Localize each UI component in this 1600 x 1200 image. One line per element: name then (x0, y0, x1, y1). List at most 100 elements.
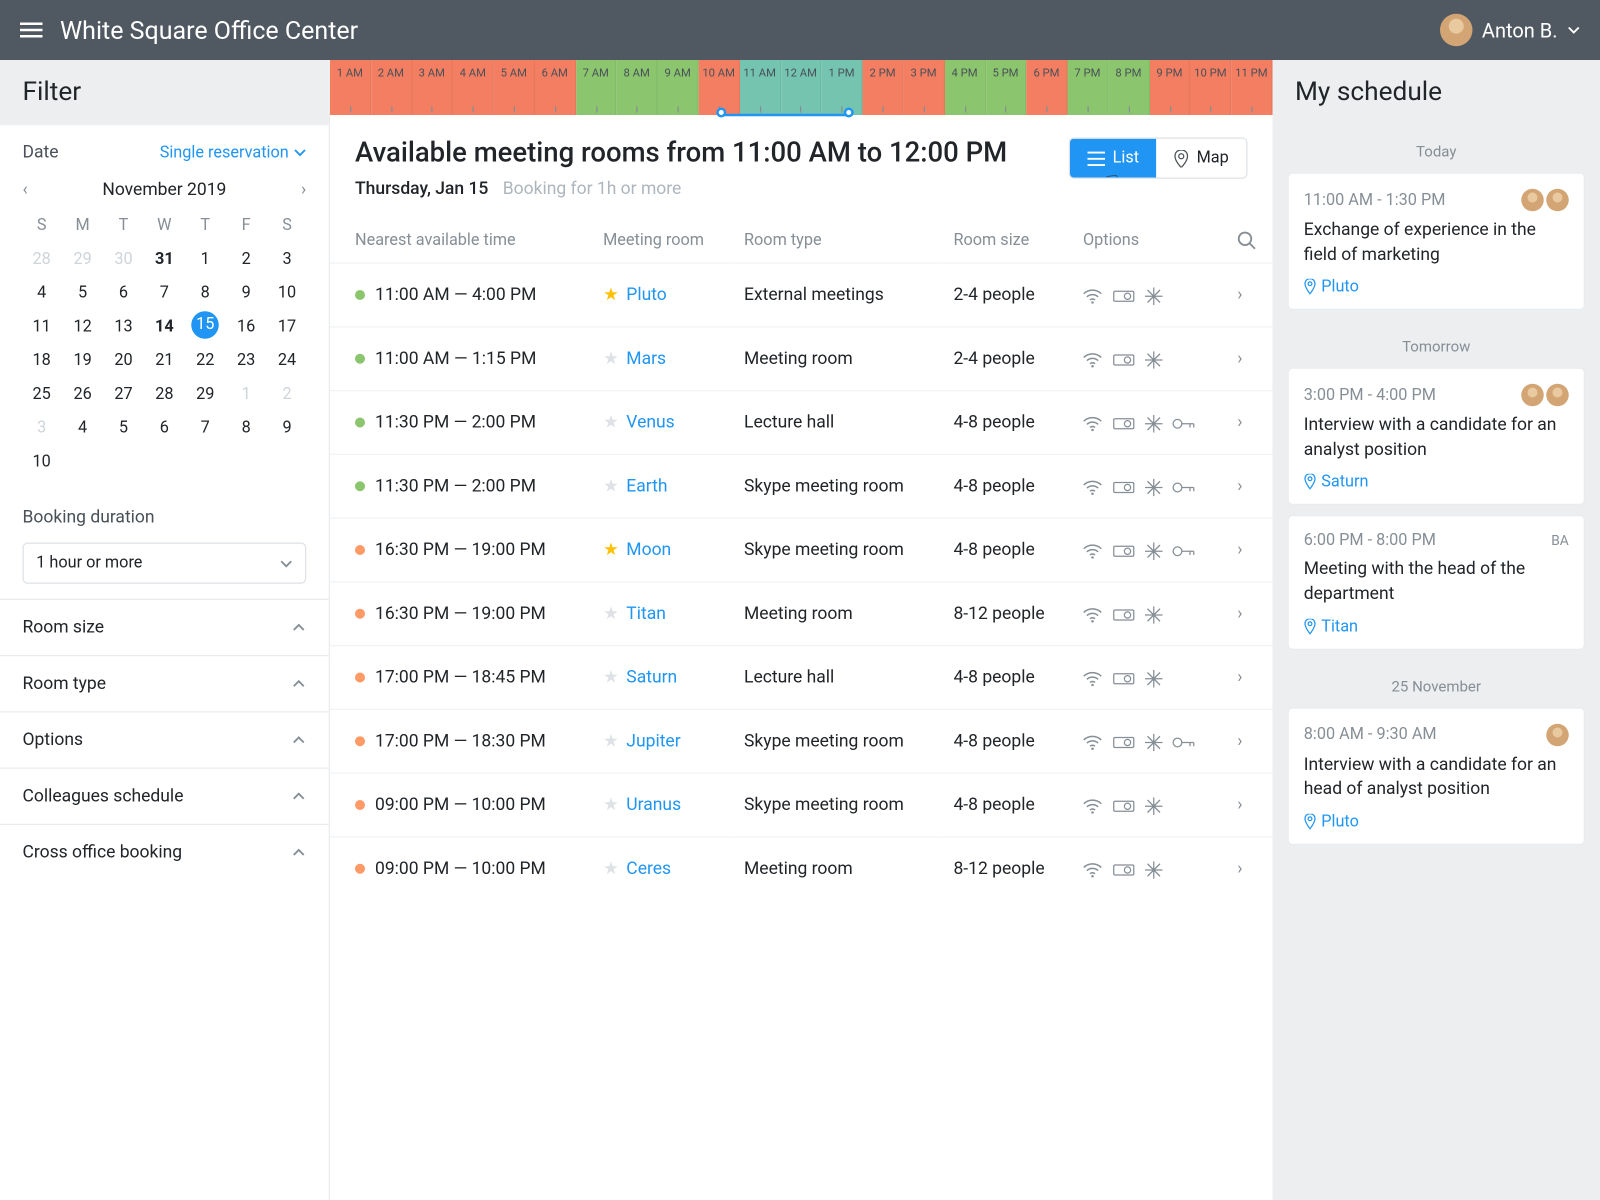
card-location[interactable]: Titan (1304, 617, 1569, 636)
cal-day[interactable]: 4 (63, 413, 101, 444)
cal-day[interactable]: 12 (63, 311, 101, 342)
cal-day[interactable]: 19 (63, 345, 101, 376)
duration-select[interactable]: 1 hour or more (23, 543, 307, 584)
slider-handle-end[interactable] (843, 108, 853, 118)
card-location[interactable]: Pluto (1304, 278, 1569, 297)
chevron-right-icon[interactable]: › (1227, 327, 1272, 391)
room-row[interactable]: 09:00 PM — 10:00 PM★CeresMeeting room8-1… (330, 837, 1273, 900)
slider-handle-start[interactable] (716, 108, 726, 118)
cal-day[interactable]: 17 (268, 311, 306, 342)
timeline-hour[interactable]: 9 PM (1150, 60, 1191, 115)
timeline-hour[interactable]: 12 AM (781, 60, 822, 115)
room-link[interactable]: Pluto (626, 285, 666, 305)
room-link[interactable]: Ceres (626, 859, 671, 879)
cal-day[interactable]: 14 (145, 311, 183, 342)
filter-section[interactable]: Room size (0, 599, 329, 655)
room-link[interactable]: Moon (626, 540, 671, 560)
star-icon[interactable]: ★ (603, 604, 619, 624)
star-icon[interactable]: ★ (603, 349, 619, 369)
timeline-slider[interactable] (721, 114, 848, 117)
timeline-hour[interactable]: 6 AM (535, 60, 576, 115)
cal-day[interactable]: 7 (145, 278, 183, 309)
star-icon[interactable]: ★ (603, 285, 619, 305)
timeline-hour[interactable]: 10 PM (1191, 60, 1232, 115)
chevron-right-icon[interactable]: › (1227, 773, 1272, 837)
cal-day[interactable]: 3 (23, 413, 61, 444)
menu-icon[interactable] (20, 23, 43, 38)
cal-day[interactable]: 23 (227, 345, 265, 376)
cal-day[interactable]: 1 (227, 379, 265, 410)
filter-section[interactable]: Cross office booking (0, 824, 329, 880)
room-link[interactable]: Uranus (626, 795, 681, 815)
schedule-card[interactable]: 3:00 PM - 4:00 PMInterview with a candid… (1288, 368, 1586, 506)
star-icon[interactable]: ★ (603, 413, 619, 433)
cal-day[interactable]: 10 (268, 278, 306, 309)
cal-day[interactable]: 1 (186, 244, 224, 275)
cal-next[interactable]: › (301, 180, 306, 200)
cal-day[interactable]: 18 (23, 345, 61, 376)
cal-day[interactable]: 16 (227, 311, 265, 342)
chevron-right-icon[interactable]: › (1227, 837, 1272, 900)
timeline-hour[interactable]: 5 PM (986, 60, 1027, 115)
map-view-button[interactable]: Map (1157, 139, 1247, 178)
room-link[interactable]: Earth (626, 476, 667, 496)
room-row[interactable]: 11:00 AM — 4:00 PM★PlutoExternal meeting… (330, 263, 1273, 327)
cal-day[interactable]: 5 (63, 278, 101, 309)
room-row[interactable]: 17:00 PM — 18:30 PM★JupiterSkype meeting… (330, 709, 1273, 773)
cal-day[interactable]: 9 (227, 278, 265, 309)
timeline-hour[interactable]: 2 AM (371, 60, 412, 115)
room-row[interactable]: 09:00 PM — 10:00 PM★UranusSkype meeting … (330, 773, 1273, 837)
cal-day[interactable]: 3 (268, 244, 306, 275)
chevron-right-icon[interactable]: › (1227, 263, 1272, 327)
timeline-hour[interactable]: 8 PM (1109, 60, 1150, 115)
chevron-right-icon[interactable]: › (1227, 391, 1272, 455)
cal-day[interactable]: 13 (104, 311, 142, 342)
chevron-right-icon[interactable]: › (1227, 518, 1272, 582)
room-row[interactable]: 17:00 PM — 18:45 PM★SaturnLecture hall4-… (330, 646, 1273, 710)
cal-day[interactable]: 26 (63, 379, 101, 410)
cal-day[interactable]: 6 (104, 278, 142, 309)
timeline-hour[interactable]: 4 PM (945, 60, 986, 115)
cal-day[interactable]: 22 (186, 345, 224, 376)
room-link[interactable]: Venus (626, 413, 674, 433)
cal-day[interactable]: 10 (23, 446, 61, 477)
filter-section[interactable]: Room type (0, 655, 329, 711)
timeline-hour[interactable]: 11 PM (1231, 60, 1272, 115)
card-location[interactable]: Saturn (1304, 473, 1569, 492)
cal-day[interactable]: 8 (227, 413, 265, 444)
cal-prev[interactable]: ‹ (23, 180, 28, 200)
cal-day[interactable]: 15 (192, 311, 220, 339)
chevron-right-icon[interactable]: › (1227, 646, 1272, 710)
cal-day[interactable]: 5 (104, 413, 142, 444)
cal-day[interactable]: 28 (145, 379, 183, 410)
room-row[interactable]: 11:00 AM — 1:15 PM★MarsMeeting room2-4 p… (330, 327, 1273, 391)
cal-day[interactable]: 11 (23, 311, 61, 342)
star-icon[interactable]: ★ (603, 859, 619, 879)
room-row[interactable]: 11:30 PM — 2:00 PM★EarthSkype meeting ro… (330, 454, 1273, 518)
chevron-right-icon[interactable]: › (1227, 582, 1272, 646)
timeline-hour[interactable]: 2 PM (863, 60, 904, 115)
star-icon[interactable]: ★ (603, 795, 619, 815)
cal-day[interactable]: 4 (23, 278, 61, 309)
star-icon[interactable]: ★ (603, 731, 619, 751)
timeline-hour[interactable]: 3 PM (904, 60, 945, 115)
timeline-hour[interactable]: 4 AM (453, 60, 494, 115)
filter-section[interactable]: Options (0, 711, 329, 767)
chevron-right-icon[interactable]: › (1227, 454, 1272, 518)
cal-day[interactable]: 29 (186, 379, 224, 410)
cal-day[interactable]: 28 (23, 244, 61, 275)
cal-day[interactable]: 31 (145, 244, 183, 275)
cal-day[interactable]: 24 (268, 345, 306, 376)
cal-day[interactable]: 8 (186, 278, 224, 309)
cal-day[interactable]: 7 (186, 413, 224, 444)
cal-day[interactable]: 27 (104, 379, 142, 410)
timeline-hour[interactable]: 6 PM (1027, 60, 1068, 115)
timeline-hour[interactable]: 9 AM (658, 60, 699, 115)
card-location[interactable]: Pluto (1304, 812, 1569, 831)
room-row[interactable]: 11:30 PM — 2:00 PM★VenusLecture hall4-8 … (330, 391, 1273, 455)
room-link[interactable]: Titan (626, 604, 666, 624)
room-row[interactable]: 16:30 PM — 19:00 PM★MoonSkype meeting ro… (330, 518, 1273, 582)
cal-day[interactable]: 6 (145, 413, 183, 444)
schedule-card[interactable]: 6:00 PM - 8:00 PMBAMeeting with the head… (1288, 515, 1586, 649)
room-link[interactable]: Mars (626, 349, 666, 369)
